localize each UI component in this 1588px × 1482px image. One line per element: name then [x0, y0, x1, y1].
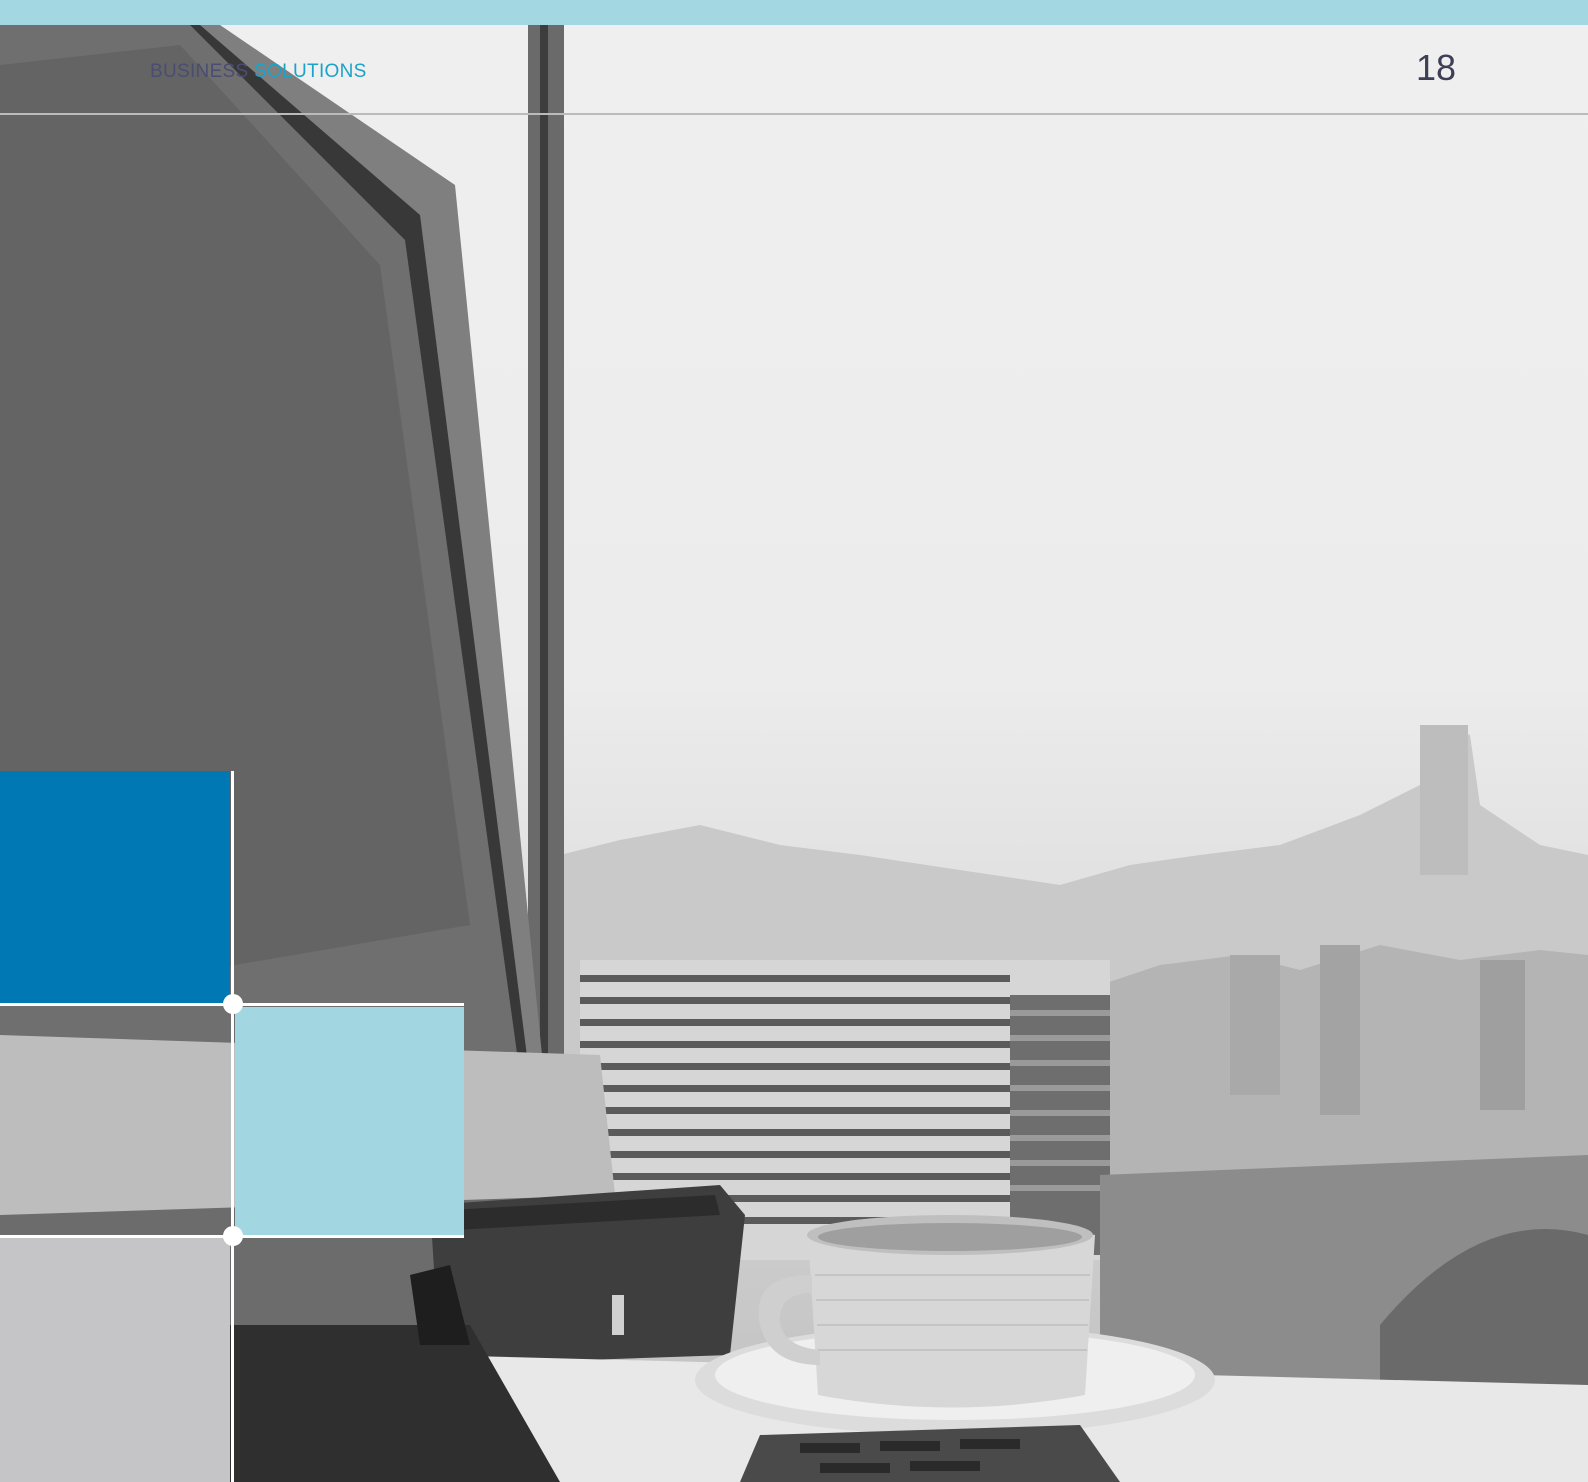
- dark-blue-block: [0, 771, 230, 1003]
- page-number: 18: [1415, 47, 1456, 88]
- document-page: BUSINESS SOLUTIONS 18: [0, 0, 1588, 1482]
- junction-dot-upper: [223, 994, 243, 1014]
- header-label-solutions: SOLUTIONS: [254, 61, 367, 82]
- tall-tower: [1420, 725, 1468, 875]
- vertical-divider-line: [231, 771, 234, 1482]
- background-photo: [0, 25, 1588, 1482]
- junction-dot-lower: [223, 1226, 243, 1246]
- top-accent-bar: [0, 0, 1588, 25]
- section-header-label: BUSINESS SOLUTIONS: [150, 61, 367, 83]
- light-blue-block: [235, 1007, 464, 1236]
- header-divider: [0, 113, 1588, 115]
- gray-block: [0, 1238, 230, 1482]
- header-label-business: BUSINESS: [150, 61, 249, 82]
